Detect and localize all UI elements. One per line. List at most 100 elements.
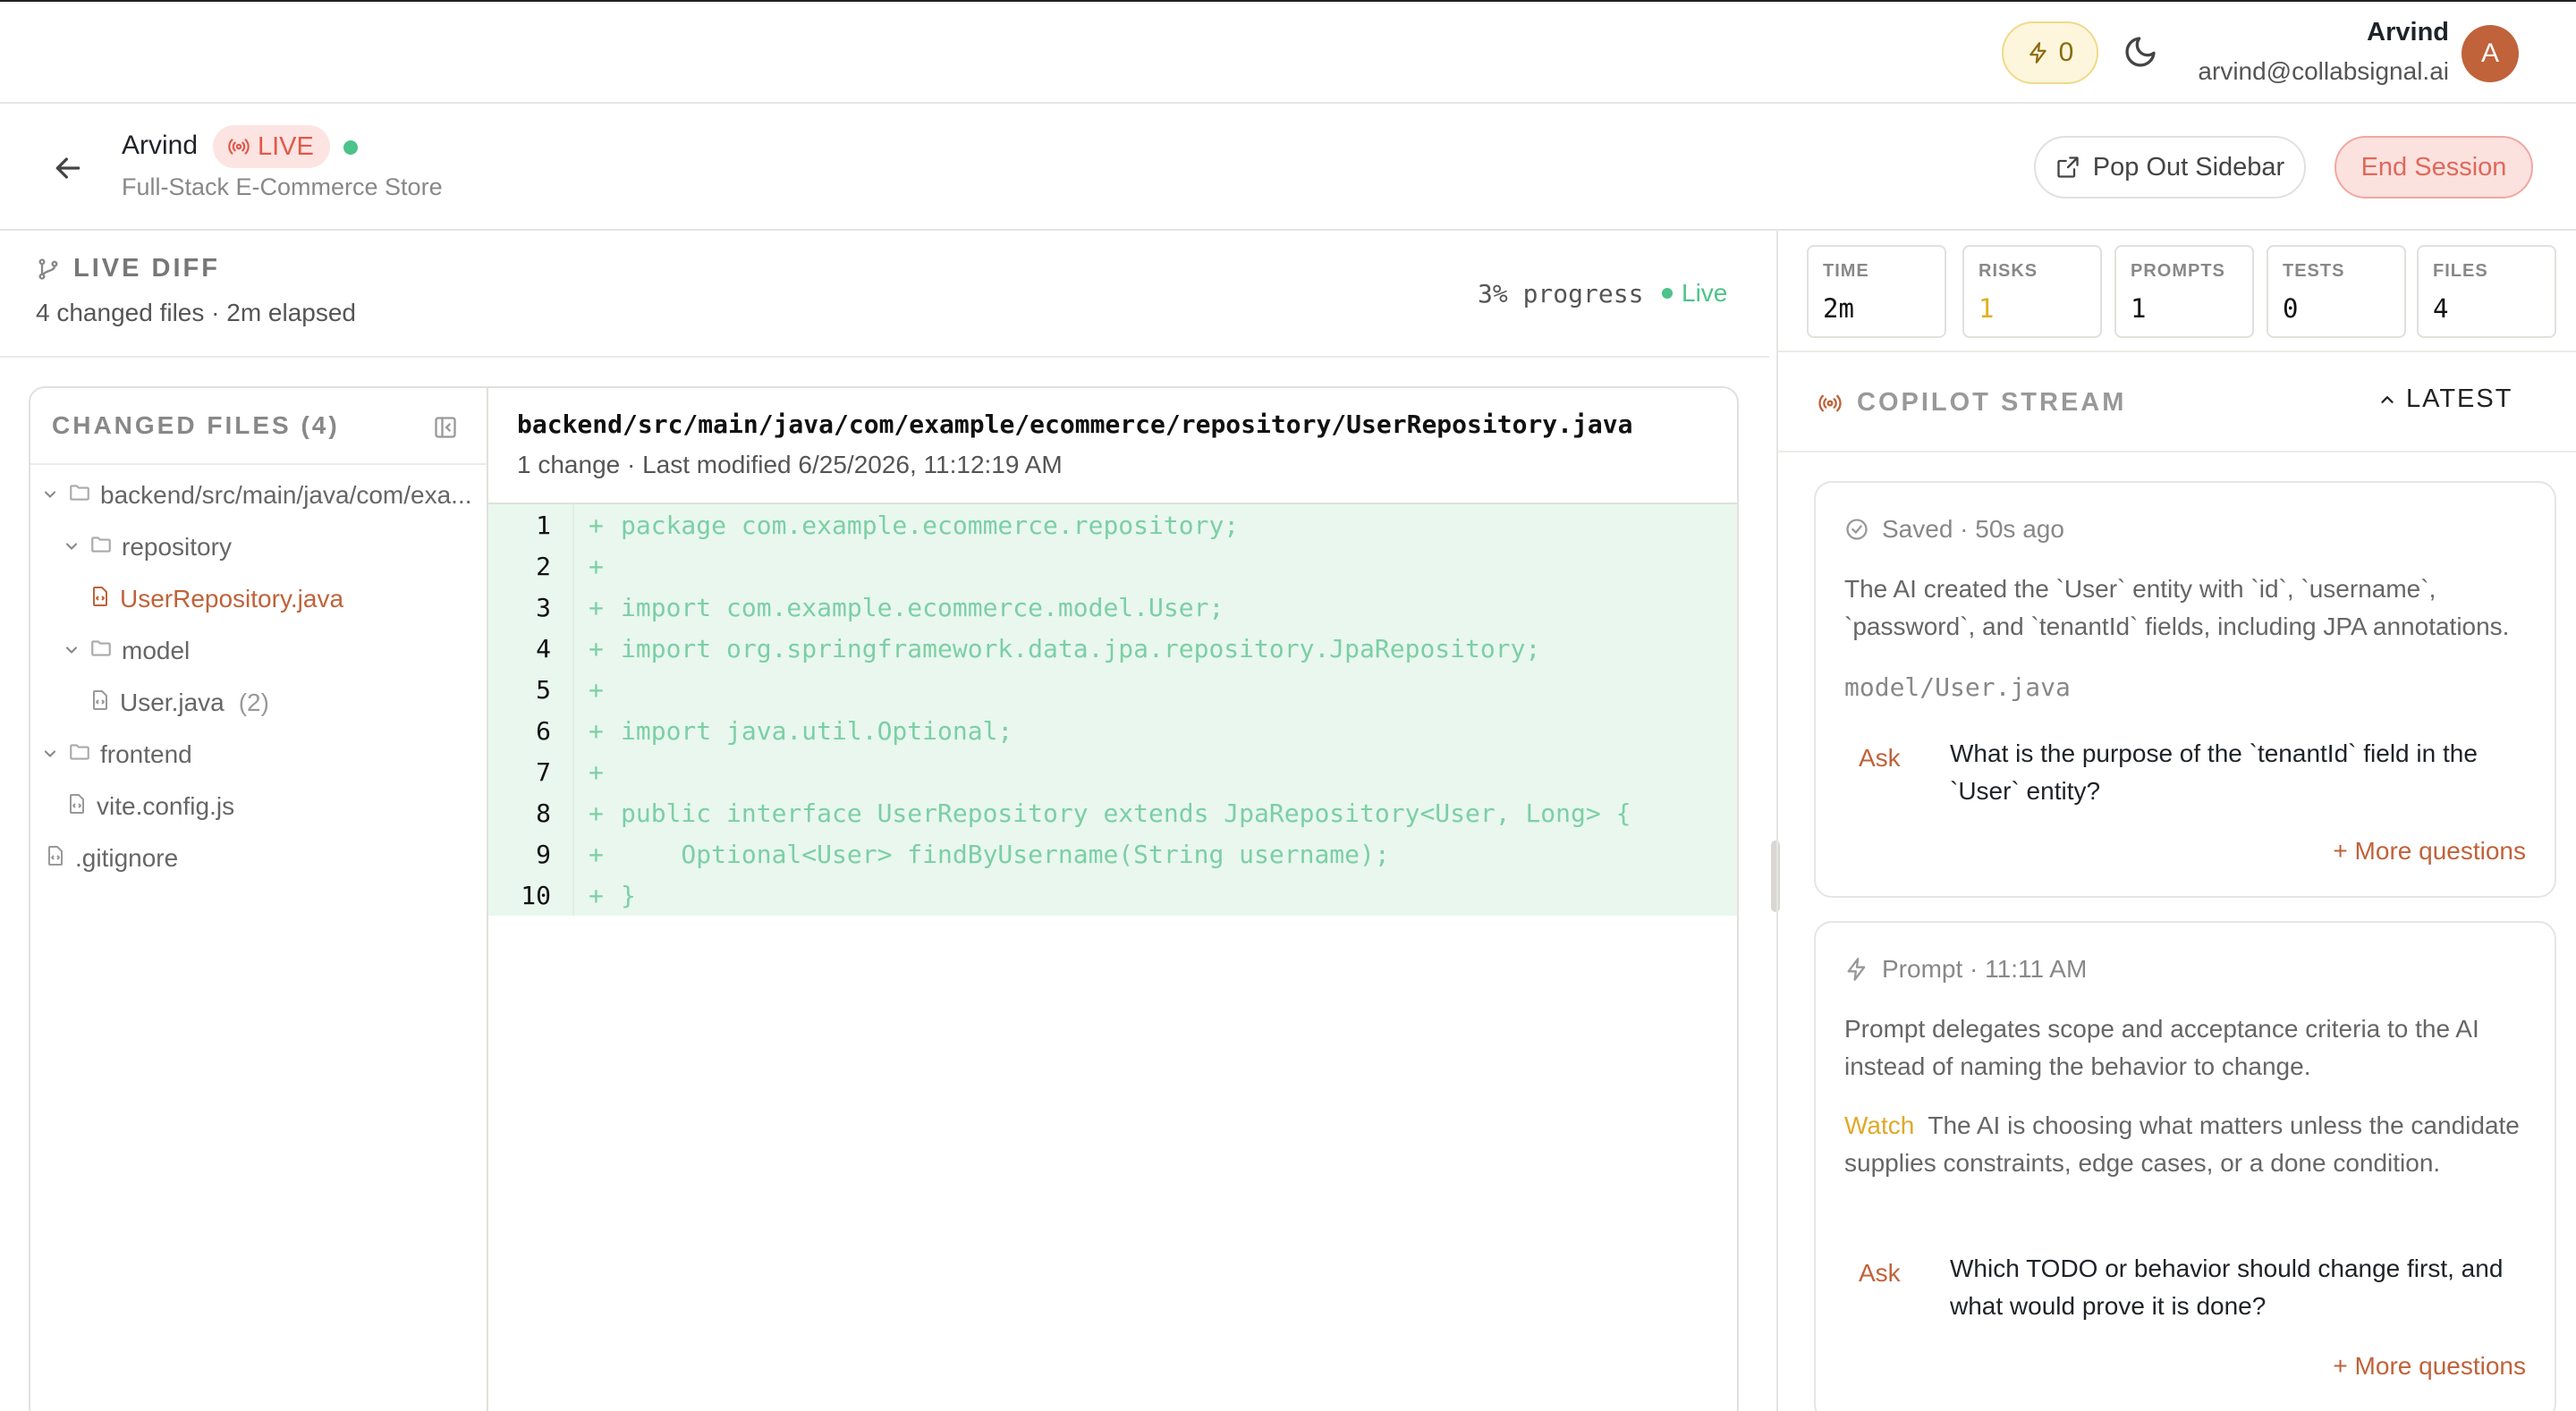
stat-value: 4 (2433, 293, 2449, 324)
line-number: 6 (488, 710, 574, 751)
code-text: import org.springframework.data.jpa.repo… (621, 633, 1541, 663)
tree-item-label: frontend (100, 740, 192, 768)
code-line-added: 9 + Optional<User> findByUsername(String … (488, 833, 1737, 874)
code-line-added: 1 + package com.example.ecommerce.reposito… (488, 504, 1737, 545)
card-summary: The AI created the `User` entity with `i… (1844, 575, 2510, 640)
tree-folder[interactable]: repository (63, 528, 232, 567)
code-line-added: 6 + import java.util.Optional; (488, 710, 1737, 751)
copilot-stream-header: COPILOT STREAM LATEST (1778, 351, 2576, 452)
folder-icon (89, 533, 113, 562)
tree-item-label: User.java (120, 689, 225, 716)
more-questions-link[interactable]: + More questions (2333, 837, 2526, 866)
stream-card-prompt: Prompt · 11:11 AM Prompt delegates scope… (1814, 921, 2556, 1411)
broadcast-icon (1818, 394, 1842, 411)
chevron-down-icon[interactable] (63, 533, 80, 562)
code-line-added: 5 + (488, 669, 1737, 710)
diff-added-marker: + (589, 551, 604, 581)
code-line-added: 7 + (488, 751, 1737, 792)
pop-out-sidebar-button[interactable]: Pop Out Sidebar (2034, 136, 2306, 199)
session-header: Arvind LIVE Full-Stack E-Commerce Store … (0, 104, 2576, 231)
more-questions-link[interactable]: + More questions (2333, 1352, 2526, 1381)
stat-prompts: PROMPTS 1 (2114, 245, 2254, 338)
code-line-added: 3 + import com.example.ecommerce.model.Use… (488, 587, 1737, 628)
change-count: (2) (238, 689, 269, 716)
diff-added-marker: + (589, 798, 604, 828)
live-diff-header: LIVE DIFF 4 changed files · 2m elapsed 3… (0, 231, 1769, 358)
stat-value: 1 (1979, 293, 1995, 324)
diff-added-marker: + (589, 592, 604, 622)
live-label: LIVE (258, 131, 314, 161)
external-link-icon (2057, 156, 2079, 178)
stat-value: 1 (2131, 293, 2147, 324)
line-number: 3 (488, 587, 574, 628)
pop-out-sidebar-label: Pop Out Sidebar (2092, 152, 2285, 182)
stat-risks: RISKS 1 (1962, 245, 2102, 338)
back-arrow-icon[interactable] (50, 150, 86, 186)
stat-label: TIME (1823, 261, 1869, 281)
tree-item-label: UserRepository.java (120, 585, 344, 613)
folder-icon (89, 637, 113, 666)
line-number: 9 (488, 833, 574, 874)
line-number: 10 (488, 874, 574, 916)
watch-label: Watch (1844, 1111, 1915, 1139)
tree-folder[interactable]: model (63, 631, 190, 671)
git-branch-icon (38, 258, 58, 280)
tree-file[interactable]: User.java (2) (89, 683, 269, 722)
code-line-added: 8 + public interface UserRepository extend… (488, 792, 1737, 833)
folder-icon (68, 481, 91, 511)
chevron-down-icon[interactable] (41, 481, 59, 510)
stat-label: RISKS (1979, 261, 2038, 281)
end-session-button[interactable]: End Session (2334, 136, 2533, 199)
chevron-down-icon[interactable] (63, 637, 80, 665)
tree-item-label: vite.config.js (97, 792, 235, 820)
code-file-header: backend/src/main/java/com/example/ecomme… (488, 388, 1737, 504)
stat-time: TIME 2m (1807, 245, 1946, 338)
diff-added-marker: + (589, 880, 604, 910)
credits-badge[interactable]: 0 (2002, 21, 2098, 84)
file-code-icon (89, 585, 111, 614)
diff-added-marker: + (589, 839, 604, 869)
ask-question: What is the purpose of the `tenantId` fi… (1950, 739, 2478, 805)
avatar[interactable]: A (2462, 25, 2519, 82)
online-status-dot (343, 140, 358, 155)
changed-files-sidebar: CHANGED FILES (4) backend/src/main/java/… (30, 388, 488, 1411)
user-name: Arvind (2367, 18, 2449, 46)
collapse-sidebar-icon[interactable] (433, 415, 458, 440)
code-lines: 1 + package com.example.ecommerce.reposito… (488, 504, 1737, 916)
user-email: arvind@collabsignal.ai (2198, 57, 2449, 85)
stat-label: FILES (2433, 261, 2488, 281)
credits-count: 0 (2058, 38, 2074, 67)
card-file-link[interactable]: model/User.java (1844, 672, 2071, 702)
tree-file[interactable]: .gitignore (45, 839, 178, 878)
tree-file[interactable]: UserRepository.java (89, 579, 343, 619)
diff-added-marker: + (589, 756, 604, 787)
lightning-icon (2029, 42, 2046, 63)
candidate-name: Arvind (122, 131, 199, 160)
watch-text: The AI is choosing what matters unless t… (1844, 1111, 2520, 1177)
live-diff-subtitle: 4 changed files · 2m elapsed (36, 299, 356, 326)
ask-label: Ask (1859, 1259, 1901, 1287)
stat-label: PROMPTS (2131, 261, 2225, 281)
line-number: 4 (488, 628, 574, 669)
code-text: package com.example.ecommerce.repository… (621, 510, 1240, 540)
line-number: 1 (488, 504, 574, 545)
watch-note: Watch The AI is choosing what matters un… (1844, 1107, 2542, 1182)
copilot-stream-title: COPILOT STREAM (1818, 388, 2126, 418)
card-summary: Prompt delegates scope and acceptance cr… (1844, 1015, 2479, 1080)
code-text: Optional<User> findByUsername(String use… (621, 839, 1390, 869)
changed-files-header: CHANGED FILES (4) (30, 388, 487, 465)
tree-folder[interactable]: backend/src/main/java/com/exa... (41, 476, 472, 515)
chevron-down-icon[interactable] (41, 740, 59, 769)
tree-folder[interactable]: frontend (41, 735, 192, 774)
tree-file[interactable]: vite.config.js (66, 787, 234, 826)
line-number: 2 (488, 545, 574, 587)
latest-button[interactable]: LATEST (2377, 384, 2512, 414)
lightning-icon (1847, 958, 1866, 981)
code-text: } (621, 880, 636, 910)
file-code-icon (66, 792, 88, 822)
stat-value: 2m (1823, 293, 1854, 324)
code-text: public interface UserRepository extends … (621, 798, 1631, 828)
moon-icon[interactable] (2123, 34, 2158, 70)
line-number: 5 (488, 669, 574, 710)
line-number: 7 (488, 751, 574, 792)
